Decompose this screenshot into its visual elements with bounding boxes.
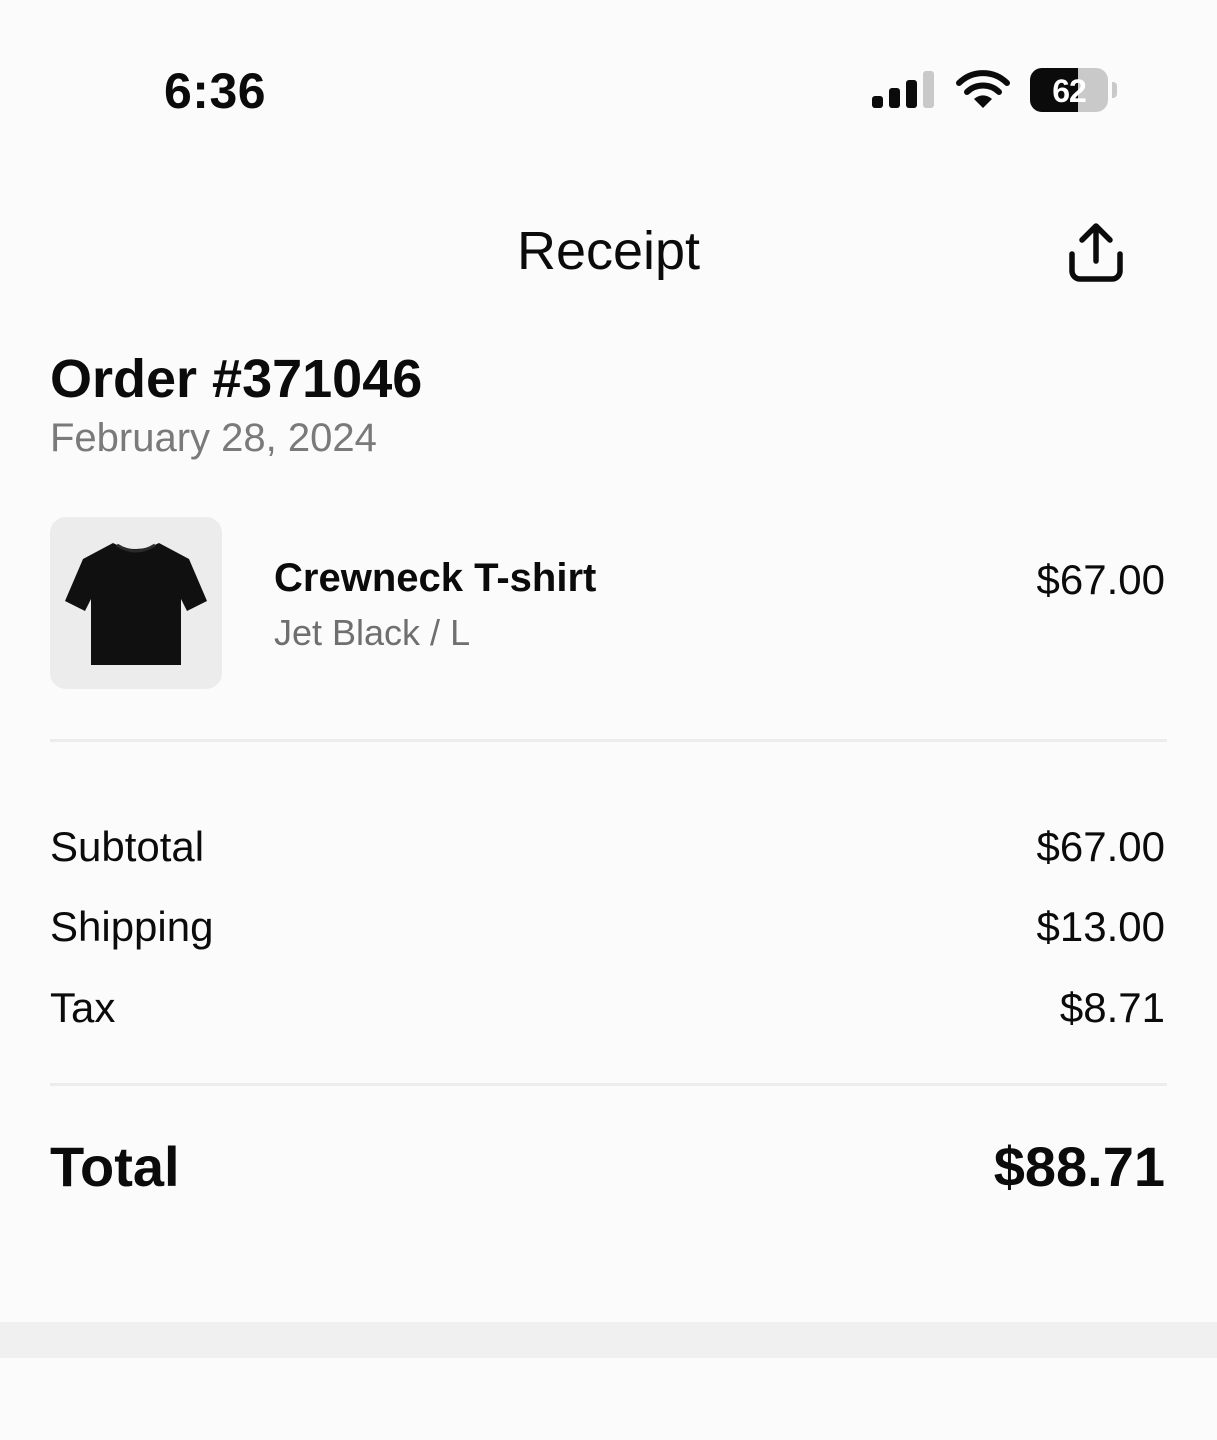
product-thumbnail[interactable] [50, 517, 222, 689]
summary-label: Subtotal [50, 823, 205, 870]
order-date: February 28, 2024 [50, 416, 377, 460]
bottom-separator-band [0, 1322, 1217, 1358]
summary-row-subtotal: Subtotal $67.00 [50, 823, 1165, 873]
battery-percent: 62 [1052, 73, 1087, 109]
total-value: $88.71 [993, 1135, 1165, 1198]
signal-icon [872, 71, 934, 108]
divider [50, 1083, 1167, 1086]
battery-cap [1112, 82, 1117, 98]
summary-label: Tax [50, 984, 116, 1031]
summary-value: $67.00 [1036, 823, 1165, 870]
summary-row-tax: Tax $8.71 [50, 984, 1165, 1034]
share-icon [1069, 223, 1123, 282]
item-name: Crewneck T-shirt [274, 556, 597, 600]
page-title: Receipt [516, 221, 701, 281]
receipt-screen: 6:36 62 Receipt Order #371046 February 2… [0, 0, 1217, 1440]
summary-value: $8.71 [1059, 984, 1165, 1031]
summary-value: $13.00 [1036, 903, 1165, 950]
status-time: 6:36 [164, 63, 267, 119]
summary-label: Shipping [50, 903, 214, 950]
divider [50, 739, 1167, 742]
wifi-icon [956, 70, 1010, 108]
summary-row-shipping: Shipping $13.00 [50, 903, 1165, 953]
battery-icon: 62 [1030, 68, 1108, 112]
tshirt-image [65, 543, 207, 665]
share-button[interactable] [1062, 218, 1130, 286]
total-label: Total [50, 1135, 180, 1198]
item-variant: Jet Black / L [274, 612, 471, 653]
order-number: Order #371046 [50, 349, 423, 409]
item-price: $67.00 [1036, 556, 1165, 603]
